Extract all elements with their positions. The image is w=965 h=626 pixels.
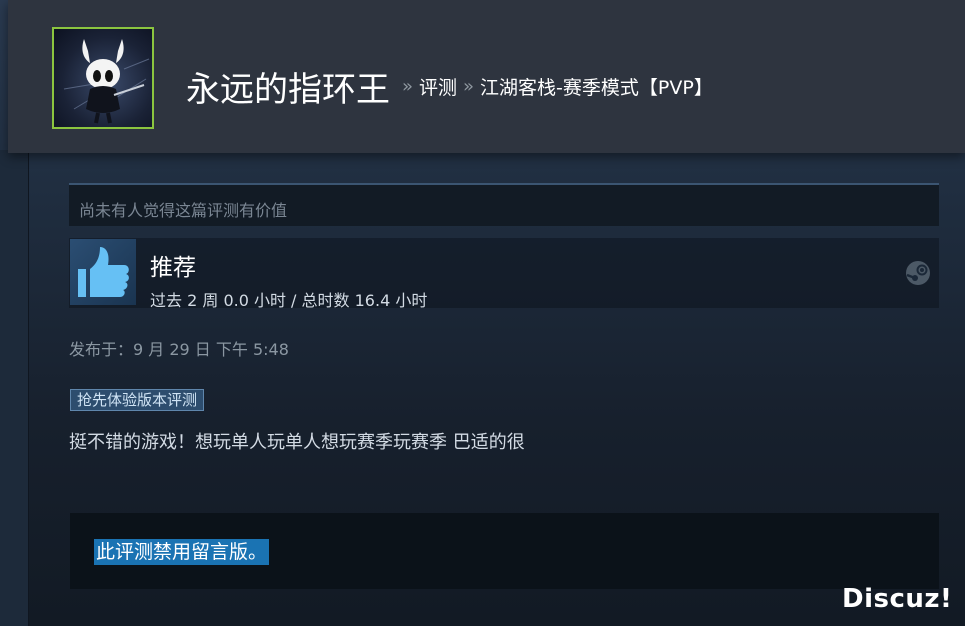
knight-avatar-icon xyxy=(63,39,150,124)
left-rail xyxy=(0,150,29,626)
review-page: 永远的指环王 » 评测 » 江湖客栈-赛季模式【PVP】 尚未有人觉得这篇评测有… xyxy=(0,0,965,626)
review-header: 永远的指环王 » 评测 » 江湖客栈-赛季模式【PVP】 xyxy=(8,0,965,153)
posted-date: 发布于：9 月 29 日 下午 5:48 xyxy=(69,340,289,359)
breadcrumb-user[interactable]: 江湖客栈-赛季模式【PVP】 xyxy=(480,73,713,100)
helpful-text: 尚未有人觉得这篇评测有价值 xyxy=(79,201,288,220)
early-access-tag: 抢先体验版本评测 xyxy=(70,389,205,411)
game-title[interactable]: 永远的指环王 xyxy=(186,62,390,111)
breadcrumb-separator: » xyxy=(463,75,475,97)
recommendation-panel: 推荐 过去 2 周 0.0 小时 / 总时数 16.4 小时 xyxy=(69,238,939,310)
comments-section: 此评测禁用留言版。 xyxy=(70,513,939,589)
review-text: 挺不错的游戏！想玩单人玩单人想玩赛季玩赛季 巴适的很 xyxy=(69,432,525,453)
breadcrumb-reviews[interactable]: 评测 xyxy=(419,73,457,100)
comments-disabled-notice: 此评测禁用留言版。 xyxy=(94,539,270,565)
breadcrumb-separator: » xyxy=(402,75,414,97)
user-avatar[interactable] xyxy=(52,27,154,129)
playtime-hours: 过去 2 周 0.0 小时 / 总时数 16.4 小时 xyxy=(150,291,428,310)
helpful-summary: 尚未有人觉得这篇评测有价值 xyxy=(69,183,939,226)
recommendation-label: 推荐 xyxy=(150,255,196,281)
steam-logo-icon xyxy=(906,261,930,285)
discuz-watermark: Discuz! xyxy=(842,584,953,614)
thumbs-up-icon xyxy=(70,239,136,305)
breadcrumb: 永远的指环王 » 评测 » 江湖客栈-赛季模式【PVP】 xyxy=(186,58,713,114)
